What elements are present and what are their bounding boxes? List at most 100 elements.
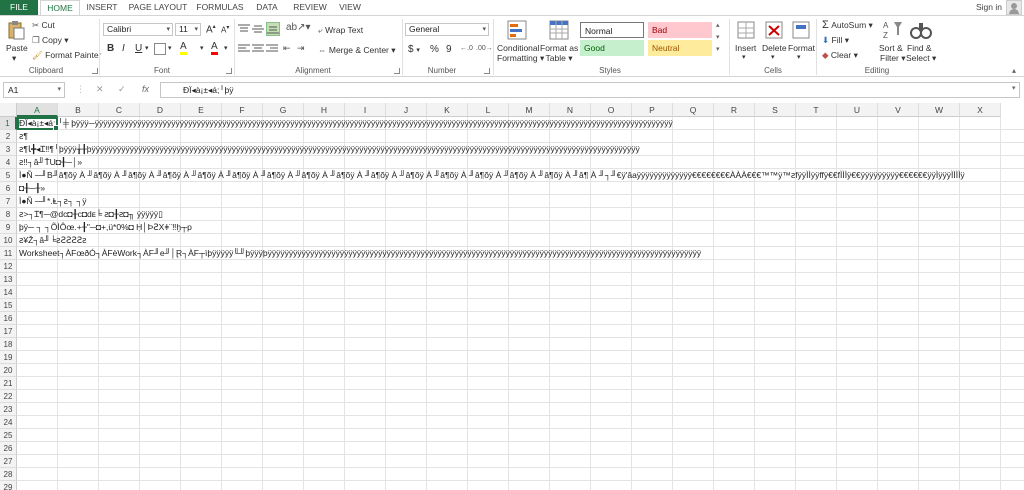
fill-color-dropdown-icon[interactable]: ▾	[200, 44, 204, 52]
row-header[interactable]: 15	[0, 299, 17, 312]
row-cells[interactable]: ꙅ‼┐â╜ŤU◘╂─│»	[17, 156, 1024, 169]
row-header[interactable]: 23	[0, 403, 17, 416]
row-cells[interactable]	[17, 442, 1024, 455]
insert-function-icon[interactable]: fx	[142, 84, 149, 94]
delete-cells-icon[interactable]	[765, 20, 783, 42]
row-cells[interactable]: Worksheet┐ÀFœðÓ┐ÀFèWork┐ÀF╜e╜│Ɽ┐ÀF┬ìþÿÿÿ…	[17, 247, 1024, 260]
delete-cells-button[interactable]: Delete	[762, 43, 787, 53]
row-header[interactable]: 9	[0, 221, 17, 234]
column-header-g[interactable]: G	[263, 103, 304, 117]
font-launcher-icon[interactable]	[226, 68, 232, 74]
format-as-table-button[interactable]: Format as	[540, 43, 578, 53]
align-center-icon[interactable]	[252, 44, 264, 56]
binoculars-icon[interactable]	[910, 19, 932, 43]
number-format-dropdown[interactable]: General	[405, 23, 489, 36]
orientation-icon[interactable]: ab↗▾	[286, 22, 311, 33]
bold-button[interactable]: B	[107, 43, 114, 54]
font-color-dropdown-icon[interactable]: ▾	[224, 44, 228, 52]
row-header[interactable]: 26	[0, 442, 17, 455]
row-header[interactable]: 14	[0, 286, 17, 299]
decrease-indent-icon[interactable]: ⇤	[283, 43, 291, 54]
borders-dropdown-icon[interactable]: ▾	[168, 44, 172, 52]
paste-button[interactable]: Paste	[6, 43, 28, 53]
underline-button[interactable]: U	[135, 43, 142, 54]
style-bad[interactable]: Bad	[648, 22, 712, 38]
row-header[interactable]: 5	[0, 169, 17, 182]
column-header-l[interactable]: L	[468, 103, 509, 117]
cut-button[interactable]: ✂ Cut	[32, 20, 55, 31]
user-avatar-icon[interactable]	[1006, 0, 1022, 15]
shrink-font-button[interactable]: A▾	[221, 24, 229, 35]
format-cells-icon[interactable]	[792, 20, 810, 42]
select-all-corner[interactable]	[0, 103, 17, 117]
row-cells[interactable]	[17, 416, 1024, 429]
column-header-c[interactable]: C	[99, 103, 140, 117]
formula-input[interactable]: ÐÏ◂à¡±◂á;╵þÿ	[160, 82, 1020, 98]
decrease-decimal-icon[interactable]: .00→	[476, 45, 493, 52]
column-header-a[interactable]: A	[17, 103, 58, 117]
format-dropdown-icon[interactable]: ▾	[797, 53, 801, 61]
merge-center-button[interactable]: ⇔ Merge & Center ▾	[318, 45, 396, 56]
sign-in-link[interactable]: Sign in	[976, 0, 1002, 15]
align-left-icon[interactable]	[238, 44, 250, 56]
tab-review[interactable]: REVIEW	[290, 0, 330, 15]
currency-button[interactable]: $ ▾	[408, 44, 420, 55]
row-cells[interactable]: ꙅ¥Ž┐â╜╘ꙅꙄꙄꙄꙄꙅ	[17, 234, 1024, 247]
font-size-dropdown[interactable]: 11	[175, 23, 201, 36]
row-cells[interactable]	[17, 312, 1024, 325]
row-cells[interactable]: Ì●Ñ ─╜*.Ⱡ┐ꙅ┐ ┐ÿ	[17, 195, 1024, 208]
row-cells[interactable]	[17, 455, 1024, 468]
increase-decimal-icon[interactable]: ←.0	[460, 45, 473, 52]
row-header[interactable]: 21	[0, 377, 17, 390]
collapse-ribbon-icon[interactable]: ▴	[1012, 66, 1016, 75]
find-select-button[interactable]: Find &	[907, 43, 932, 53]
row-cells[interactable]: ꙅ¶Ꙇ╋◂Ɪ‼¶╵þÿÿÿ╁╂þÿÿÿÿÿÿÿÿÿÿÿÿÿÿÿÿÿÿÿÿÿÿÿÿ…	[17, 143, 1024, 156]
italic-button[interactable]: I	[122, 43, 125, 54]
row-cells[interactable]	[17, 468, 1024, 481]
column-header-v[interactable]: V	[878, 103, 919, 117]
column-header-r[interactable]: R	[714, 103, 755, 117]
row-header[interactable]: 7	[0, 195, 17, 208]
align-top-icon[interactable]	[238, 24, 250, 36]
row-header[interactable]: 10	[0, 234, 17, 247]
fill-button[interactable]: ⬇ Fill ▾	[822, 35, 849, 46]
column-header-n[interactable]: N	[550, 103, 591, 117]
sort-filter-icon[interactable]: AZ	[882, 19, 904, 43]
format-cells-button[interactable]: Format	[788, 43, 815, 53]
row-header[interactable]: 18	[0, 338, 17, 351]
clear-button[interactable]: ◆ Clear ▾	[822, 50, 858, 61]
tab-insert[interactable]: INSERT	[84, 0, 120, 15]
row-header[interactable]: 20	[0, 364, 17, 377]
row-cells[interactable]: þÿ─ ┐ ┐ÕÌÔœ.+╂"─◘+,ü*0%◘ Ḥ│ÞꙄXǂ¨‼ḫ┬p	[17, 221, 1024, 234]
style-good[interactable]: Good	[580, 40, 644, 56]
row-header[interactable]: 29	[0, 481, 17, 490]
align-bottom-icon[interactable]	[266, 22, 280, 36]
column-header-x[interactable]: X	[960, 103, 1001, 117]
column-header-w[interactable]: W	[919, 103, 960, 117]
row-cells[interactable]	[17, 260, 1024, 273]
row-cells[interactable]	[17, 390, 1024, 403]
column-header-b[interactable]: B	[58, 103, 99, 117]
row-cells[interactable]: ÐÏ◂à¡±◂á; ╵╪ þÿÿÿ─ÿÿÿÿÿÿÿÿÿÿÿÿÿÿÿÿÿÿÿÿÿÿ…	[17, 117, 1024, 130]
row-cells[interactable]	[17, 286, 1024, 299]
percent-button[interactable]: %	[430, 44, 439, 55]
column-header-o[interactable]: O	[591, 103, 632, 117]
column-header-u[interactable]: U	[837, 103, 878, 117]
column-header-t[interactable]: T	[796, 103, 837, 117]
row-header[interactable]: 3	[0, 143, 17, 156]
column-header-f[interactable]: F	[222, 103, 263, 117]
alignment-launcher-icon[interactable]	[394, 68, 400, 74]
font-color-button[interactable]: A	[211, 42, 218, 55]
insert-dropdown-icon[interactable]: ▾	[742, 53, 746, 61]
underline-dropdown-icon[interactable]: ▾	[145, 44, 149, 52]
tab-data[interactable]: DATA	[252, 0, 282, 15]
row-cells[interactable]	[17, 429, 1024, 442]
tab-file[interactable]: FILE	[0, 0, 38, 15]
row-header[interactable]: 8	[0, 208, 17, 221]
row-header[interactable]: 2	[0, 130, 17, 143]
enter-icon[interactable]: ✓	[118, 84, 126, 95]
row-header[interactable]: 11	[0, 247, 17, 260]
align-middle-icon[interactable]	[252, 24, 264, 36]
row-header[interactable]: 25	[0, 429, 17, 442]
expand-formula-bar-icon[interactable]: ▾	[1012, 84, 1016, 92]
